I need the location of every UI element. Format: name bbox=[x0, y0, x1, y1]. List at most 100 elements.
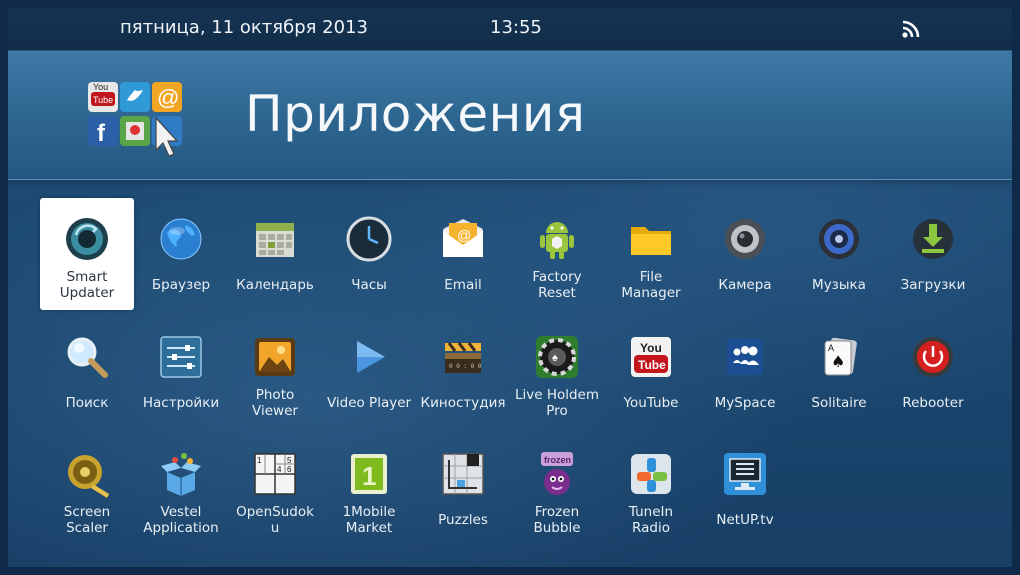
app-puzzles[interactable]: Puzzles bbox=[416, 433, 510, 545]
app-search[interactable]: Поиск bbox=[40, 316, 134, 428]
email-icon: @ bbox=[443, 219, 483, 257]
myspace-icon bbox=[727, 339, 763, 375]
photo-icon bbox=[255, 338, 295, 376]
svg-text:Tube: Tube bbox=[93, 95, 113, 105]
app-label: Календарь bbox=[236, 277, 314, 293]
clapperboard-icon: 0 0 : 0 0 bbox=[445, 342, 482, 373]
poker-chip-icon: ♠ bbox=[536, 336, 578, 378]
camera-icon bbox=[725, 219, 765, 259]
page-header: You Tube @ f Приложения bbox=[8, 51, 1012, 180]
app-label: OpenSudok u bbox=[236, 504, 314, 536]
svg-text:1: 1 bbox=[257, 456, 262, 465]
app-label: Музыка bbox=[812, 277, 866, 293]
app-tunein-radio[interactable]: TuneIn Radio bbox=[604, 433, 698, 545]
open-box-icon bbox=[161, 453, 201, 496]
magnifier-icon bbox=[67, 337, 108, 378]
launcher-screen: пятница, 11 октября 2013 13:55 You Tube … bbox=[8, 8, 1012, 567]
app-music[interactable]: Музыка bbox=[792, 198, 886, 310]
status-time: 13:55 bbox=[490, 17, 542, 38]
svg-text:frozen: frozen bbox=[544, 455, 571, 465]
svg-text:0 0 : 0 0: 0 0 : 0 0 bbox=[449, 363, 482, 370]
page-title: Приложения bbox=[245, 85, 586, 143]
tape-measure-icon bbox=[68, 455, 109, 498]
tv-screen-frame: пятница, 11 октября 2013 13:55 You Tube … bbox=[0, 0, 1020, 575]
app-label: YouTube bbox=[623, 395, 679, 411]
1mobile-icon: 1 bbox=[351, 454, 387, 494]
app-label: Solitaire bbox=[811, 395, 867, 411]
app-smart-updater[interactable]: Smart Updater bbox=[40, 198, 134, 310]
app-label: File Manager bbox=[621, 269, 681, 301]
sudoku-grid-icon: 1 5 4 6 bbox=[254, 453, 296, 495]
frozen-bubble-icon: frozen bbox=[541, 452, 573, 495]
puzzle-grid-icon bbox=[442, 453, 484, 495]
app-downloads[interactable]: Загрузки bbox=[886, 198, 980, 310]
app-solitaire[interactable]: A ♠ Solitaire bbox=[792, 316, 886, 428]
playing-card-icon: A ♠ bbox=[824, 337, 857, 376]
app-label: MySpace bbox=[714, 395, 776, 411]
app-youtube[interactable]: You Tube YouTube bbox=[604, 316, 698, 428]
app-photo-viewer[interactable]: Photo Viewer bbox=[228, 316, 322, 428]
tv-monitor-icon bbox=[724, 453, 766, 495]
app-label: Загрузки bbox=[900, 277, 966, 293]
svg-text:5: 5 bbox=[287, 456, 292, 465]
youtube-icon: You Tube bbox=[631, 337, 671, 377]
app-label: Киностудия bbox=[420, 395, 506, 411]
android-robot-icon bbox=[540, 222, 574, 259]
apps-collage-icon: You Tube @ f bbox=[88, 82, 182, 157]
app-myspace[interactable]: MySpace bbox=[698, 316, 792, 428]
tunein-icon bbox=[631, 454, 671, 494]
app-label: Frozen Bubble bbox=[533, 504, 581, 536]
app-label: Photo Viewer bbox=[252, 387, 298, 419]
app-rebooter[interactable]: Rebooter bbox=[886, 316, 980, 428]
app-netup-tv[interactable]: NetUP.tv bbox=[698, 433, 792, 545]
app-label: Часы bbox=[351, 277, 387, 293]
app-frozen-bubble[interactable]: frozen Frozen Bubble bbox=[510, 433, 604, 545]
app-label: Smart Updater bbox=[59, 269, 115, 301]
svg-text:4: 4 bbox=[277, 465, 282, 474]
svg-text:You: You bbox=[93, 82, 108, 92]
svg-text:@: @ bbox=[457, 227, 471, 243]
app-label: Браузер bbox=[151, 277, 211, 293]
app-browser[interactable]: Браузер bbox=[134, 198, 228, 310]
app-video-player[interactable]: Video Player bbox=[322, 316, 416, 428]
app-screen-scaler[interactable]: Screen Scaler bbox=[40, 433, 134, 545]
app-factory-reset[interactable]: Factory Reset bbox=[510, 198, 604, 310]
app-label: Email bbox=[444, 277, 482, 293]
network-icon bbox=[902, 20, 920, 38]
app-calendar[interactable]: Календарь bbox=[228, 198, 322, 310]
clock-icon bbox=[346, 216, 392, 262]
app-movie-studio[interactable]: 0 0 : 0 0 Киностудия bbox=[416, 316, 510, 428]
app-opensudoku[interactable]: 1 5 4 6 OpenSudok u bbox=[228, 433, 322, 545]
app-live-holdem[interactable]: ♠ Live Holdem Pro bbox=[510, 316, 604, 428]
speaker-icon bbox=[819, 219, 859, 259]
power-icon bbox=[913, 337, 953, 377]
app-settings[interactable]: Настройки bbox=[134, 316, 228, 428]
app-label: Video Player bbox=[326, 395, 412, 411]
app-label: Live Holdem Pro bbox=[514, 387, 600, 419]
app-clock[interactable]: Часы bbox=[322, 198, 416, 310]
app-email[interactable]: @ Email bbox=[416, 198, 510, 310]
folder-icon bbox=[631, 227, 671, 255]
svg-text:You: You bbox=[640, 341, 662, 355]
svg-text:6: 6 bbox=[287, 465, 292, 474]
app-label: NetUP.tv bbox=[716, 512, 774, 528]
app-label: Factory Reset bbox=[532, 269, 582, 301]
app-vestel-application[interactable]: Vestel Application bbox=[134, 433, 228, 545]
svg-text:♠: ♠ bbox=[831, 352, 845, 371]
app-label: Rebooter bbox=[902, 395, 964, 411]
app-label: TuneIn Radio bbox=[628, 504, 674, 536]
svg-text:♠: ♠ bbox=[552, 352, 558, 364]
svg-text:1: 1 bbox=[362, 461, 376, 491]
app-label: 1Mobile Market bbox=[342, 504, 396, 536]
smart-updater-icon bbox=[66, 218, 108, 260]
globe-icon bbox=[160, 218, 202, 260]
play-icon bbox=[357, 341, 385, 373]
app-file-manager[interactable]: File Manager bbox=[604, 198, 698, 310]
app-label: Vestel Application bbox=[143, 504, 219, 536]
calendar-icon bbox=[256, 223, 294, 257]
app-label: Screen Scaler bbox=[63, 504, 111, 536]
app-camera[interactable]: Камера bbox=[698, 198, 792, 310]
svg-text:@: @ bbox=[157, 85, 179, 110]
app-1mobile-market[interactable]: 1 1Mobile Market bbox=[322, 433, 416, 545]
status-bar: пятница, 11 октября 2013 13:55 bbox=[8, 8, 1012, 51]
